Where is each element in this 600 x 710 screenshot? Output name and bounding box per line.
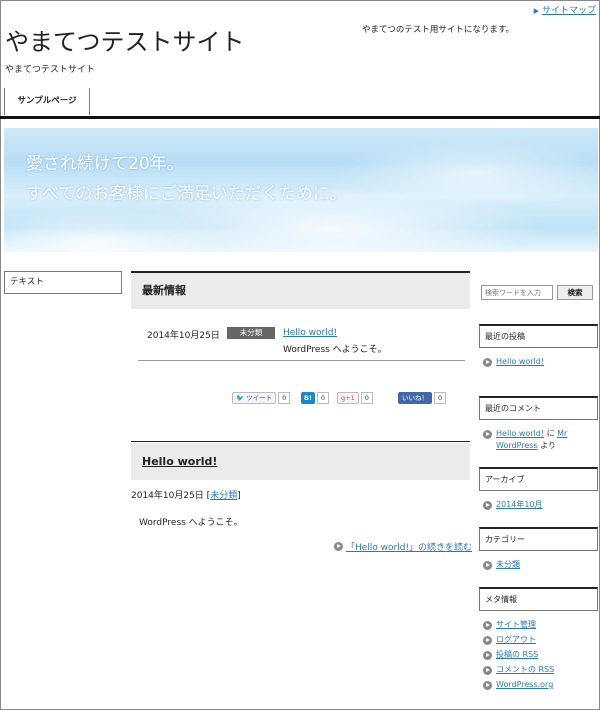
circle-arrow-icon [483, 620, 492, 630]
circle-arrow-icon [483, 635, 492, 645]
meta-link-comments-rss[interactable]: コメントの RSS [496, 664, 554, 676]
read-more-link[interactable]: 「Hello world!」の続きを読む [346, 540, 472, 553]
search-button[interactable]: 検索 [557, 285, 593, 300]
widget-title: 最近のコメント [479, 396, 598, 420]
meta-link-logout[interactable]: ログアウト [496, 634, 536, 646]
post-divider [131, 441, 470, 442]
circle-arrow-icon [483, 665, 492, 675]
recent-post-link[interactable]: Hello world! [496, 356, 544, 368]
category-link[interactable]: 未分類 [496, 559, 520, 571]
meta-link-wordpress-org[interactable]: WordPress.org [496, 679, 553, 691]
post-meta-bracket: ] [237, 491, 241, 501]
site-title[interactable]: やまてつテストサイト [5, 22, 245, 57]
widget-title: メタ情報 [479, 587, 598, 611]
news-excerpt: WordPress へようこそ。 [283, 345, 387, 355]
circle-arrow-icon [483, 560, 492, 570]
list-item: Hello world! に Mr WordPress より [483, 428, 598, 452]
gplus-count: 0 [360, 391, 373, 404]
list-item[interactable]: 投稿の RSS [483, 649, 598, 661]
post-date: 2014年10月25日 [131, 491, 204, 501]
gplus-share: g+1 0 [337, 391, 373, 404]
list-item[interactable]: 未分類 [483, 559, 598, 571]
facebook-like-count: 0 [434, 391, 447, 404]
post-body: WordPress へようこそ。 [139, 518, 243, 528]
nav-item-sample-page[interactable]: サンプルページ [5, 88, 89, 115]
text-widget-title: テキスト [10, 277, 44, 287]
hatena-share: B! 0 [301, 391, 330, 404]
archive-link[interactable]: 2014年10月 [496, 499, 543, 511]
list-item[interactable]: Hello world! [483, 356, 598, 368]
categories-widget: カテゴリー 未分類 [479, 527, 598, 574]
main-nav: サンプルページ [4, 88, 90, 115]
recent-comments-widget: 最近のコメント Hello world! に Mr WordPress より [479, 396, 598, 455]
post-header: Hello world! [131, 443, 470, 480]
news-date: 2014年10月25日 [147, 331, 220, 341]
banner-headline: 愛され続けて20年。 [26, 154, 184, 174]
hero-banner: 愛され続けて20年。 すべてのお客様にご満足いただくために。 [4, 128, 598, 252]
comment-suffix: より [537, 441, 557, 450]
news-section-header: 最新情報 [131, 271, 470, 309]
circle-arrow-icon [334, 542, 343, 551]
text-widget: テキスト [4, 271, 122, 294]
banner-subheadline: すべてのお客様にご満足いただくために。 [26, 184, 347, 204]
facebook-like-button[interactable]: いいね！ [398, 391, 432, 404]
banner-cloud [334, 138, 598, 208]
list-item[interactable]: 2014年10月 [483, 499, 598, 511]
news-divider [138, 360, 465, 361]
list-item[interactable]: コメントの RSS [483, 664, 598, 676]
comment-post-link[interactable]: Hello world! [496, 429, 544, 438]
widget-title: カテゴリー [479, 527, 598, 551]
search-input[interactable] [481, 285, 553, 300]
widget-title: 最近の投稿 [479, 324, 598, 348]
circle-arrow-icon [483, 357, 492, 367]
main-content: 最新情報 2014年10月25日 未分類 Hello world! WordPr… [131, 271, 470, 361]
circle-arrow-icon [483, 650, 492, 660]
post-meta: 2014年10月25日 [未分類] [131, 488, 241, 501]
post-title[interactable]: Hello world! [131, 443, 470, 481]
tweet-count: 0 [278, 391, 291, 404]
meta-widget: メタ情報 サイト管理 ログアウト 投稿の RSS コメントの RSS WordP… [479, 587, 598, 694]
list-item[interactable]: ログアウト [483, 634, 598, 646]
site-tagline: やまてつテストサイト [5, 65, 95, 75]
meta-link-site-admin[interactable]: サイト管理 [496, 619, 536, 631]
post-category-link[interactable]: 未分類 [210, 491, 237, 501]
hatena-button[interactable]: B! [301, 391, 315, 404]
comment-separator: に [544, 429, 558, 438]
news-post-link[interactable]: Hello world! [283, 328, 337, 338]
read-more[interactable]: 「Hello world!」の続きを読む [334, 540, 472, 553]
circle-arrow-icon [483, 500, 492, 510]
category-badge[interactable]: 未分類 [227, 327, 275, 339]
sitemap-label[interactable]: サイトマップ [542, 6, 596, 16]
tweet-share: 🐦 ツイート 0 [232, 391, 291, 404]
recent-comment-text: Hello world! に Mr WordPress より [496, 428, 598, 452]
header-divider [0, 116, 600, 119]
sitemap-link[interactable]: ▶ サイトマップ [534, 3, 596, 16]
recent-posts-widget: 最近の投稿 Hello world! [479, 324, 598, 371]
circle-arrow-icon [483, 429, 492, 439]
widget-title: アーカイブ [479, 467, 598, 491]
search-form: 検索 [481, 285, 593, 300]
circle-arrow-icon [483, 680, 492, 690]
list-item[interactable]: サイト管理 [483, 619, 598, 631]
archives-widget: アーカイブ 2014年10月 [479, 467, 598, 514]
facebook-share: いいね！ 0 [398, 391, 447, 404]
tweet-button[interactable]: 🐦 ツイート [232, 391, 277, 404]
list-item[interactable]: WordPress.org [483, 679, 598, 691]
gplus-button[interactable]: g+1 [337, 391, 359, 404]
hatena-count: 0 [316, 391, 330, 404]
meta-link-posts-rss[interactable]: 投稿の RSS [496, 649, 538, 661]
triangle-right-icon: ▶ [533, 7, 539, 15]
site-description: やまてつのテスト用サイトになります。 [362, 25, 514, 35]
news-section-title: 最新情報 [142, 284, 186, 297]
